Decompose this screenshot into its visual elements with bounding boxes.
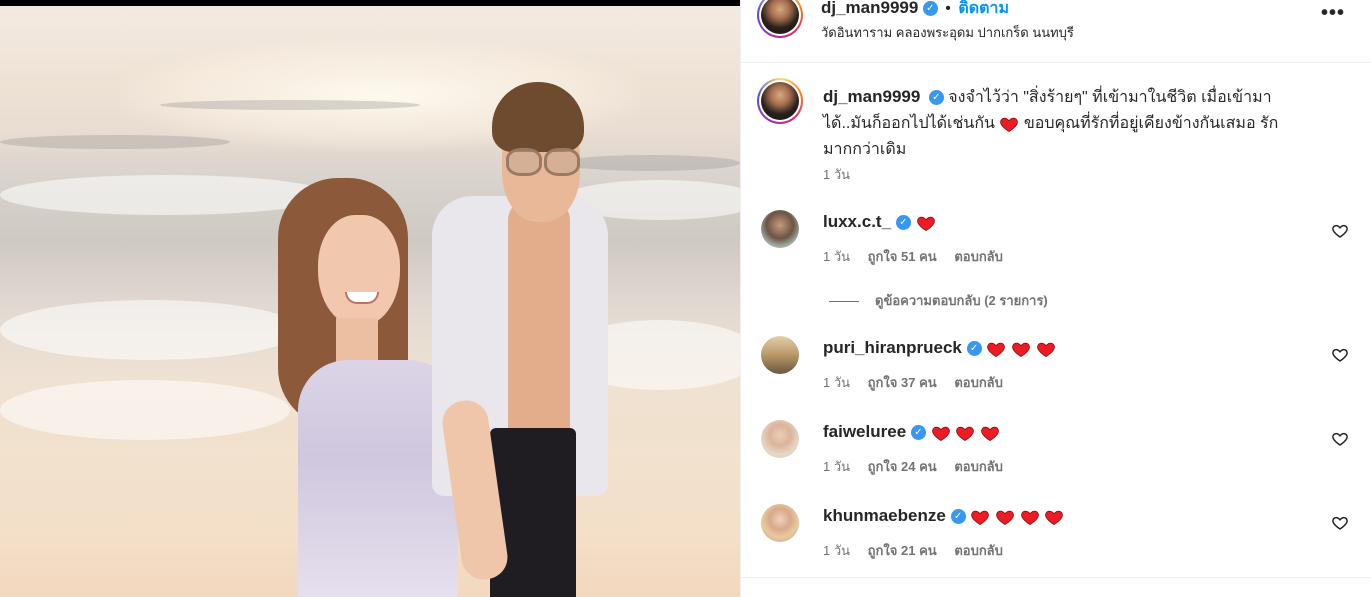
comment: puri_hiranprueck ✓ 1 วัน ถูกใจ 37 คน ตอบ… — [741, 334, 1371, 394]
commenter-avatar[interactable] — [761, 504, 799, 542]
comment-likes[interactable]: ถูกใจ 37 คน — [868, 375, 951, 390]
commenter-username[interactable]: luxx.c.t_ — [823, 212, 891, 231]
caption-author-avatar[interactable] — [757, 78, 803, 124]
reply-button[interactable]: ตอบกลับ — [954, 459, 1003, 474]
sunglasses-lens — [544, 148, 580, 176]
comment-body: khunmaebenze ✓ — [823, 506, 1064, 527]
verified-badge-icon: ✓ — [950, 509, 966, 525]
post-caption: dj_man9999 ✓ จงจำไว้ว่า "สิ่งร้ายๆ" ที่เ… — [823, 84, 1323, 163]
sunglasses-lens — [506, 148, 542, 176]
commenter-username[interactable]: faiweluree — [823, 422, 906, 441]
comment-body: faiweluree ✓ — [823, 422, 1000, 443]
red-heart-icon — [1012, 342, 1030, 357]
caption-text-2: ได้..มันก็ออกไปได้เช่นกัน — [823, 115, 995, 132]
commenter-username[interactable]: khunmaebenze — [823, 506, 946, 525]
author-avatar[interactable] — [757, 0, 803, 38]
reply-button[interactable]: ตอบกลับ — [954, 249, 1003, 264]
comment-meta: 1 วัน ถูกใจ 24 คน ตอบกลับ — [823, 456, 1003, 477]
comment-hearts — [970, 506, 1064, 525]
location-link[interactable]: วัดอินทาราม คลองพระอุดม ปากเกร็ด นนทบุรี — [821, 22, 1074, 43]
comment-time[interactable]: 1 วัน — [823, 375, 850, 390]
view-replies-button[interactable]: ดูข้อความตอบกลับ (2 รายการ) — [829, 290, 1048, 311]
wave — [160, 100, 420, 110]
like-heart-icon[interactable] — [1331, 430, 1349, 448]
post-header: dj_man9999 ✓ • ติดตาม วัดอินทาราม คลองพร… — [741, 0, 1371, 63]
caption-username[interactable]: dj_man9999 — [823, 87, 920, 106]
comment-meta: 1 วัน ถูกใจ 21 คน ตอบกลับ — [823, 540, 1003, 561]
red-heart-icon — [1000, 117, 1019, 132]
comment-hearts — [986, 338, 1055, 357]
caption-text-1: จงจำไว้ว่า "สิ่งร้ายๆ" ที่เข้ามาในชีวิต … — [948, 89, 1272, 106]
red-heart-icon — [1037, 342, 1055, 357]
commenter-avatar[interactable] — [761, 336, 799, 374]
comment-time[interactable]: 1 วัน — [823, 543, 850, 558]
like-heart-icon[interactable] — [1331, 346, 1349, 364]
like-heart-icon[interactable] — [1331, 514, 1349, 532]
comment-likes[interactable]: ถูกใจ 51 คน — [868, 249, 951, 264]
red-heart-icon — [971, 510, 990, 525]
wave — [560, 155, 740, 171]
post-details-panel: dj_man9999 ✓ • ติดตาม วัดอินทาราม คลองพร… — [740, 0, 1371, 597]
verified-badge-icon: ✓ — [928, 90, 944, 106]
section-divider — [741, 577, 1371, 578]
separator-dot: • — [945, 0, 951, 17]
verified-badge-icon: ✓ — [966, 341, 982, 357]
follow-button[interactable]: ติดตาม — [958, 0, 1009, 17]
comment: luxx.c.t_ ✓ 1 วัน ถูกใจ 51 คน ตอบกลับ — [741, 208, 1371, 268]
comment-body: luxx.c.t_ ✓ — [823, 212, 936, 233]
woman-face — [318, 215, 400, 327]
comment-hearts — [931, 422, 1000, 441]
like-heart-icon[interactable] — [1331, 222, 1349, 240]
commenter-username[interactable]: puri_hiranprueck — [823, 338, 962, 357]
reply-button[interactable]: ตอบกลับ — [954, 543, 1003, 558]
reply-button[interactable]: ตอบกลับ — [954, 375, 1003, 390]
red-heart-icon — [996, 510, 1014, 525]
commenter-avatar[interactable] — [761, 420, 799, 458]
post-photo[interactable] — [0, 0, 740, 597]
comment-hearts — [916, 212, 936, 231]
man-chest — [508, 200, 570, 440]
more-options-icon[interactable]: ••• — [1321, 2, 1345, 25]
view-replies-label: ดูข้อความตอบกลับ (2 รายการ) — [875, 293, 1048, 308]
comment: faiweluree ✓ 1 วัน ถูกใจ 24 คน ตอบกลับ — [741, 418, 1371, 478]
caption-text-3: ขอบคุณที่รักที่อยู่เคียงข้างกันเสมอ รัก — [1023, 115, 1279, 132]
verified-badge-icon: ✓ — [895, 215, 911, 231]
comment-likes[interactable]: ถูกใจ 21 คน — [868, 543, 951, 558]
commenter-avatar[interactable] — [761, 210, 799, 248]
verified-badge-icon: ✓ — [910, 425, 926, 441]
comment-likes[interactable]: ถูกใจ 24 คน — [868, 459, 951, 474]
author-username[interactable]: dj_man9999 — [821, 0, 918, 17]
comment-body: puri_hiranprueck ✓ — [823, 338, 1056, 359]
caption-time[interactable]: 1 วัน — [823, 164, 850, 185]
red-heart-icon — [931, 426, 950, 441]
wave — [0, 135, 230, 149]
photo-top-bar — [0, 0, 740, 6]
caption-text-4: มากกว่าเดิม — [823, 141, 907, 158]
comment-time[interactable]: 1 วัน — [823, 459, 850, 474]
author-line: dj_man9999 ✓ • ติดตาม — [821, 0, 1009, 21]
comment-time[interactable]: 1 วัน — [823, 249, 850, 264]
red-heart-icon — [916, 216, 935, 231]
red-heart-icon — [981, 426, 999, 441]
sea-foam — [0, 175, 330, 215]
comment-meta: 1 วัน ถูกใจ 51 คน ตอบกลับ — [823, 246, 1003, 267]
red-heart-icon — [1045, 510, 1064, 525]
man-pants — [490, 428, 576, 597]
red-heart-icon — [1020, 510, 1039, 525]
red-heart-icon — [956, 426, 975, 441]
sea-foam — [0, 380, 290, 440]
divider-line — [829, 301, 859, 303]
sea-foam — [0, 300, 300, 360]
comment-meta: 1 วัน ถูกใจ 37 คน ตอบกลับ — [823, 372, 1003, 393]
comment: khunmaebenze ✓ 1 วัน ถูกใจ 21 คน ตอบกลับ — [741, 502, 1371, 562]
verified-badge-icon: ✓ — [922, 1, 938, 17]
red-heart-icon — [987, 342, 1006, 357]
